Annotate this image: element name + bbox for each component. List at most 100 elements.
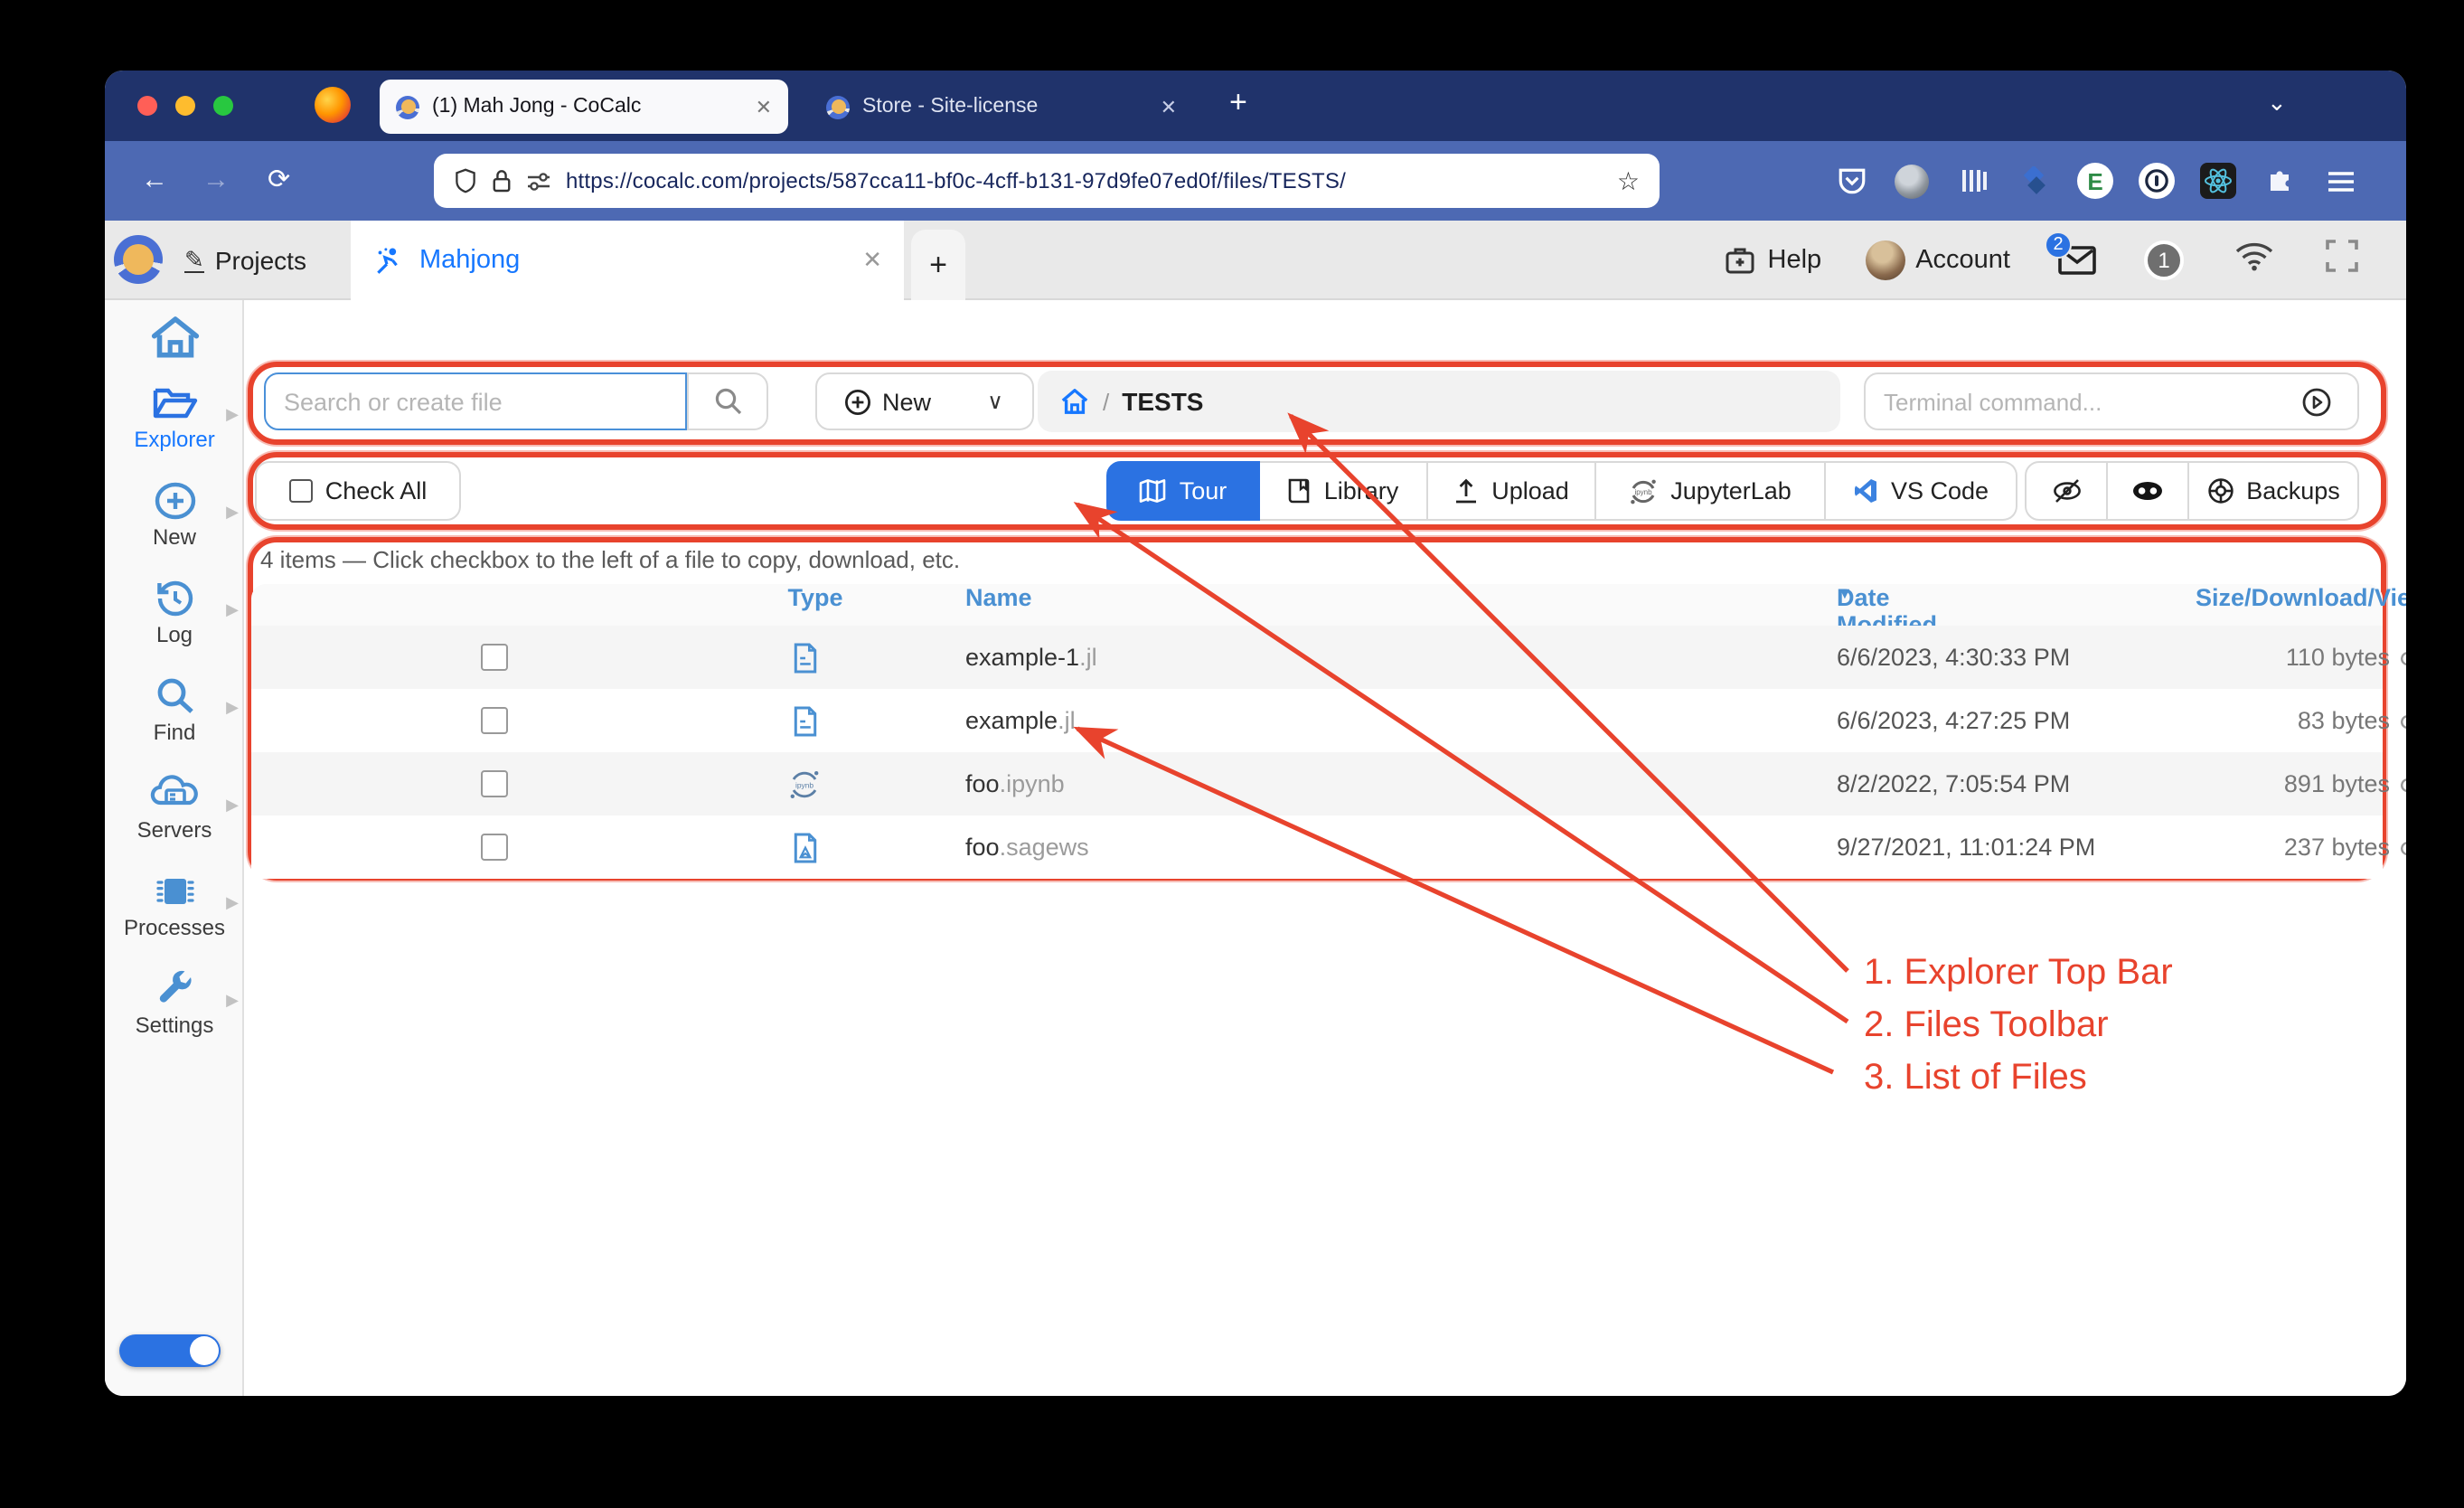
file-name[interactable]: foo.sagews (965, 815, 1089, 879)
column-header-type[interactable]: Type (761, 584, 870, 611)
flyout-arrow-icon[interactable]: ▶ (226, 503, 239, 523)
cloud-download-icon[interactable] (2401, 772, 2406, 796)
sidebar-item-explorer[interactable]: Explorer ▶ (105, 383, 244, 474)
sidebar-toggle[interactable] (119, 1334, 221, 1367)
file-list-caption: 4 items — Click checkbox to the left of … (260, 546, 960, 573)
sidebar-item-find[interactable]: Find ▶ (105, 676, 244, 767)
file-name[interactable]: foo.ipynb (965, 752, 1065, 815)
new-file-dropdown-button[interactable]: ∨ (958, 372, 1034, 430)
forward-icon[interactable]: → (202, 163, 230, 199)
onepassword-icon[interactable] (2139, 163, 2175, 199)
vscode-button[interactable]: VS Code (1826, 461, 2017, 521)
upload-button[interactable]: Upload (1428, 461, 1596, 521)
cloud-download-icon[interactable] (2401, 709, 2406, 732)
reload-icon[interactable]: ⟳ (268, 163, 290, 199)
hamburger-menu-icon[interactable] (2323, 163, 2359, 199)
search-button[interactable] (687, 372, 768, 430)
e-extension-icon[interactable]: E (2077, 163, 2113, 199)
browser-tab-cocalc[interactable]: (1) Mah Jong - CoCalc ✕ (380, 80, 788, 134)
help-button[interactable]: Help (1723, 244, 1822, 277)
library-button[interactable]: Library (1260, 461, 1428, 521)
firefox-window: (1) Mah Jong - CoCalc ✕ Store - Site-lic… (105, 71, 2406, 1396)
notifications-button[interactable]: 1 (2144, 240, 2184, 280)
flyout-arrow-icon[interactable]: ▶ (226, 405, 239, 425)
tab-title: Store - Site-license (862, 96, 1038, 118)
hidden-files-button[interactable] (2025, 461, 2108, 521)
file-name[interactable]: example-1.jl (965, 626, 1097, 689)
react-devtools-icon[interactable] (2200, 163, 2236, 199)
close-project-tab-icon[interactable]: ✕ (862, 246, 882, 275)
flyout-arrow-icon[interactable]: ▶ (226, 698, 239, 718)
browser-tab-store[interactable]: Store - Site-license ✕ (810, 80, 1193, 134)
new-file-button[interactable]: New (815, 372, 960, 430)
tracking-protection-shield-icon[interactable] (454, 168, 477, 193)
new-tab-button[interactable]: + (1229, 85, 1247, 121)
flyout-arrow-icon[interactable]: ▶ (226, 991, 239, 1011)
project-tab-mahjong[interactable]: Mahjong ✕ (351, 221, 904, 300)
run-terminal-command-button[interactable] (2274, 372, 2359, 430)
tour-button[interactable]: Tour (1106, 461, 1260, 521)
flyout-arrow-icon[interactable]: ▶ (226, 893, 239, 913)
close-tab-icon[interactable]: ✕ (1161, 95, 1177, 118)
file-size[interactable]: 110 bytes (2059, 626, 2406, 689)
fence-extension-icon[interactable] (1954, 163, 1990, 199)
file-name[interactable]: example.jl (965, 689, 1076, 752)
pocket-icon[interactable] (1833, 163, 1869, 199)
row-checkbox[interactable] (481, 644, 508, 671)
project-home-button[interactable] (105, 315, 244, 362)
extensions-puzzle-icon[interactable] (2262, 163, 2298, 199)
help-label: Help (1768, 246, 1822, 275)
table-row[interactable]: example.jl 6/6/2023, 4:27:25 PM 83 bytes (251, 689, 2383, 752)
row-checkbox[interactable] (481, 770, 508, 797)
close-tab-icon[interactable]: ✕ (756, 95, 772, 118)
projects-button[interactable]: ✎ Projects (184, 221, 306, 300)
check-all-button[interactable]: Check All (255, 461, 461, 521)
back-icon[interactable]: ← (141, 163, 168, 199)
cocalc-logo[interactable] (114, 235, 163, 284)
sidebar-item-new[interactable]: New ▶ (105, 481, 244, 571)
home-icon[interactable] (1059, 387, 1090, 416)
flyout-arrow-icon[interactable]: ▶ (226, 796, 239, 815)
cloud-download-icon[interactable] (2401, 646, 2406, 669)
zoom-window-button[interactable] (213, 96, 233, 116)
file-size[interactable]: 83 bytes (2059, 689, 2406, 752)
minimize-window-button[interactable] (175, 96, 195, 116)
sidebar-item-servers[interactable]: Servers ▶ (105, 774, 244, 864)
table-row[interactable]: ipynb foo.ipynb 8/2/2022, 7:05:54 PM 891… (251, 752, 2383, 815)
backups-button[interactable]: Backups (2189, 461, 2359, 521)
sidebar-item-settings[interactable]: Settings ▶ (105, 969, 244, 1060)
column-header-name[interactable]: Name (965, 584, 1032, 611)
breadcrumb-separator: / (1103, 388, 1109, 415)
account-button[interactable]: Account (1865, 240, 2010, 280)
jupyterlab-button[interactable]: ipynb JupyterLab (1596, 461, 1826, 521)
sidebar-item-log[interactable]: Log ▶ (105, 579, 244, 669)
cloud-download-icon[interactable] (2401, 835, 2406, 859)
new-project-tab-button[interactable]: + (911, 230, 965, 300)
tab-list-chevron-icon[interactable]: ⌄ (2267, 89, 2287, 118)
url-text[interactable]: https://cocalc.com/projects/587cca11-bf0… (566, 168, 1603, 193)
column-header-size[interactable]: Size/Download/View (2059, 584, 2406, 611)
masked-files-button[interactable] (2108, 461, 2189, 521)
wifi-icon[interactable] (2234, 240, 2274, 280)
breadcrumb-current-folder[interactable]: TESTS (1122, 387, 1203, 416)
flyout-arrow-icon[interactable]: ▶ (226, 600, 239, 620)
jupyter-icon: ipynb (1629, 476, 1658, 505)
close-window-button[interactable] (137, 96, 157, 116)
search-input[interactable] (264, 372, 687, 430)
url-bar[interactable]: https://cocalc.com/projects/587cca11-bf0… (434, 154, 1660, 208)
terminal-command-input[interactable] (1864, 372, 2276, 430)
row-checkbox[interactable] (481, 707, 508, 734)
bookmark-star-icon[interactable]: ☆ (1617, 165, 1640, 196)
site-permissions-icon[interactable] (526, 170, 551, 192)
file-size[interactable]: 237 bytes (2059, 815, 2406, 879)
table-row[interactable]: example-1.jl 6/6/2023, 4:30:33 PM 110 by… (251, 626, 2383, 689)
puzzle-blue-extension-icon[interactable] (2016, 163, 2052, 199)
fullscreen-icon[interactable] (2325, 239, 2359, 282)
row-checkbox[interactable] (481, 834, 508, 861)
lock-icon[interactable] (492, 168, 512, 193)
messages-button[interactable]: 2 (2057, 244, 2097, 277)
table-row[interactable]: foo.sagews 9/27/2021, 11:01:24 PM 237 by… (251, 815, 2383, 879)
sidebar-item-processes[interactable]: Processes ▶ (105, 872, 244, 962)
file-size[interactable]: 891 bytes (2059, 752, 2406, 815)
profile-avatar-icon[interactable] (1895, 164, 1929, 198)
